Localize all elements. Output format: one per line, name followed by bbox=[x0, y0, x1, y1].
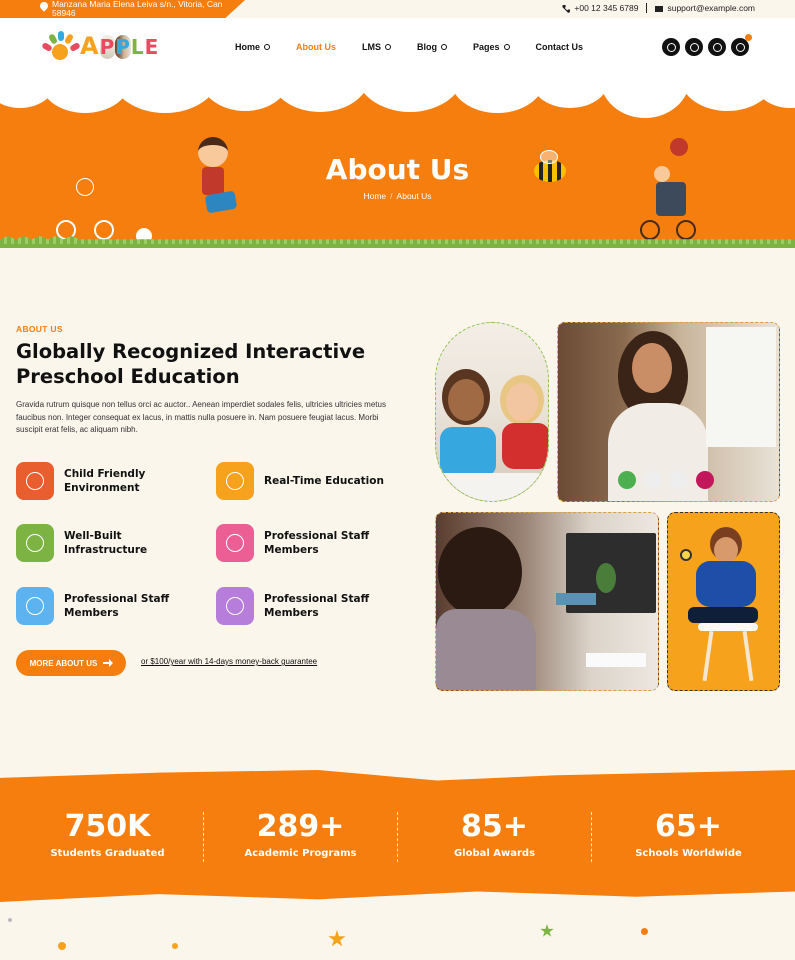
chevron-down-icon bbox=[503, 44, 510, 50]
nav-blog[interactable]: Blog bbox=[417, 42, 448, 52]
microphone-icon bbox=[644, 471, 662, 489]
graduate-icon bbox=[216, 462, 254, 500]
nav-home[interactable]: Home bbox=[235, 42, 271, 52]
feature-label: Child Friendly Environment bbox=[64, 468, 146, 494]
bicycle-kid-illustration bbox=[56, 178, 120, 243]
notification-dot bbox=[745, 34, 752, 41]
nav-pages[interactable]: Pages bbox=[473, 42, 510, 52]
more-about-us-button[interactable]: MORE ABOUT US bbox=[16, 650, 126, 676]
mail-icon bbox=[655, 5, 664, 12]
phone-link[interactable]: +00 12 345 6789 bbox=[562, 3, 638, 13]
video-call-controls bbox=[618, 471, 714, 489]
photo-kids-smiling bbox=[435, 322, 549, 502]
stats-band: 750K Students Graduated 289+ Academic Pr… bbox=[0, 770, 795, 902]
feature-label: Professional Staff Members bbox=[64, 593, 170, 619]
mobile-cap-icon bbox=[16, 587, 54, 625]
page-title: About Us bbox=[325, 153, 470, 186]
nav-lms[interactable]: LMS bbox=[362, 42, 392, 52]
feature-staff-2: Professional Staff Members bbox=[16, 587, 184, 625]
chevron-down-icon bbox=[385, 44, 392, 50]
breadcrumb-current: About Us bbox=[396, 191, 432, 201]
feature-infrastructure: Well-Built Infrastructure bbox=[16, 524, 184, 562]
site-logo[interactable]: APPLE bbox=[40, 30, 159, 62]
stat-label: Academic Programs bbox=[244, 848, 357, 859]
site-header: APPLE Home About Us LMS Blog Pages Conta… bbox=[0, 18, 795, 78]
address-strip: Manzana Maria Elena Leiva s/n., Vitoria,… bbox=[0, 0, 245, 18]
wishlist-heart-icon[interactable] bbox=[731, 34, 752, 56]
star-icon bbox=[328, 930, 346, 947]
location-pin-icon bbox=[38, 0, 50, 12]
breadcrumb: Home / About Us bbox=[0, 191, 795, 201]
breadcrumb-home[interactable]: Home bbox=[363, 191, 386, 201]
chevron-down-icon bbox=[441, 44, 448, 50]
feature-child-friendly: Child Friendly Environment bbox=[16, 462, 184, 500]
stat-label: Schools Worldwide bbox=[635, 848, 742, 859]
logo-sun-icon bbox=[40, 30, 81, 62]
hang-up-icon bbox=[696, 471, 714, 489]
phone-number: +00 12 345 6789 bbox=[574, 3, 639, 13]
nav-contact-us[interactable]: Contact Us bbox=[536, 42, 584, 52]
guarantee-link[interactable]: or $100/year with 14-days money-back gua… bbox=[141, 657, 317, 666]
email-link[interactable]: support@example.com bbox=[655, 3, 755, 13]
stat-awards: 85+ Global Awards bbox=[397, 809, 592, 860]
cart-icon[interactable] bbox=[708, 38, 726, 56]
phone-icon bbox=[562, 4, 571, 13]
page-hero-banner: About Us Home / About Us bbox=[0, 78, 795, 248]
dot-decoration bbox=[172, 943, 178, 949]
mobile-cap-icon bbox=[216, 524, 254, 562]
photo-boy-reading bbox=[667, 512, 780, 691]
dot-decoration bbox=[8, 918, 12, 922]
feature-staff-3: Professional Staff Members bbox=[216, 587, 384, 625]
feature-label: Real-Time Education bbox=[264, 475, 384, 487]
arrow-right-icon bbox=[103, 659, 114, 667]
address-text: Manzana Maria Elena Leiva s/n., Vitoria,… bbox=[52, 0, 223, 18]
email-address: support@example.com bbox=[667, 3, 755, 13]
feature-label: Professional Staff Members bbox=[264, 530, 370, 556]
camera-icon bbox=[670, 471, 688, 489]
feature-label: Well-Built Infrastructure bbox=[64, 530, 148, 556]
logo-text: APPLE bbox=[80, 32, 160, 60]
user-icon[interactable] bbox=[685, 38, 703, 56]
stat-schools: 65+ Schools Worldwide bbox=[591, 809, 786, 860]
feature-staff-1: Professional Staff Members bbox=[216, 524, 384, 562]
stat-label: Students Graduated bbox=[50, 848, 165, 859]
stat-value: 65+ bbox=[655, 809, 722, 844]
photo-teacher-video-call bbox=[557, 322, 780, 502]
header-actions bbox=[662, 34, 752, 56]
section-label: ABOUT US bbox=[16, 324, 63, 334]
nav-about-us[interactable]: About Us bbox=[296, 42, 336, 52]
divider bbox=[646, 3, 648, 13]
stat-value: 85+ bbox=[461, 809, 528, 844]
mobile-cap-icon bbox=[216, 587, 254, 625]
add-call-icon bbox=[618, 471, 636, 489]
chevron-down-icon bbox=[264, 44, 271, 50]
feature-label: Professional Staff Members bbox=[264, 593, 370, 619]
breadcrumb-separator: / bbox=[390, 191, 393, 201]
contact-info: +00 12 345 6789 support@example.com bbox=[562, 3, 755, 13]
stat-label: Global Awards bbox=[453, 848, 536, 859]
top-bar: Manzana Maria Elena Leiva s/n., Vitoria,… bbox=[0, 0, 795, 18]
dot-decoration bbox=[641, 928, 648, 935]
section-title: Globally Recognized Interactive Preschoo… bbox=[16, 340, 366, 388]
photo-girl-at-computer bbox=[435, 512, 659, 691]
stat-programs: 289+ Academic Programs bbox=[203, 809, 398, 860]
feature-real-time: Real-Time Education bbox=[216, 462, 384, 500]
search-icon[interactable] bbox=[662, 38, 680, 56]
button-label: MORE ABOUT US bbox=[29, 658, 98, 668]
stat-students: 750K Students Graduated bbox=[10, 809, 205, 860]
child-brain-icon bbox=[16, 462, 54, 500]
star-icon bbox=[540, 924, 554, 937]
globe-cap-icon bbox=[16, 524, 54, 562]
section-description: Gravida rutrum quisque non tellus orci a… bbox=[16, 400, 386, 435]
main-nav: Home About Us LMS Blog Pages Contact Us bbox=[235, 42, 583, 52]
dot-decoration bbox=[58, 942, 66, 950]
stat-value: 289+ bbox=[256, 809, 345, 844]
stat-value: 750K bbox=[64, 809, 151, 844]
